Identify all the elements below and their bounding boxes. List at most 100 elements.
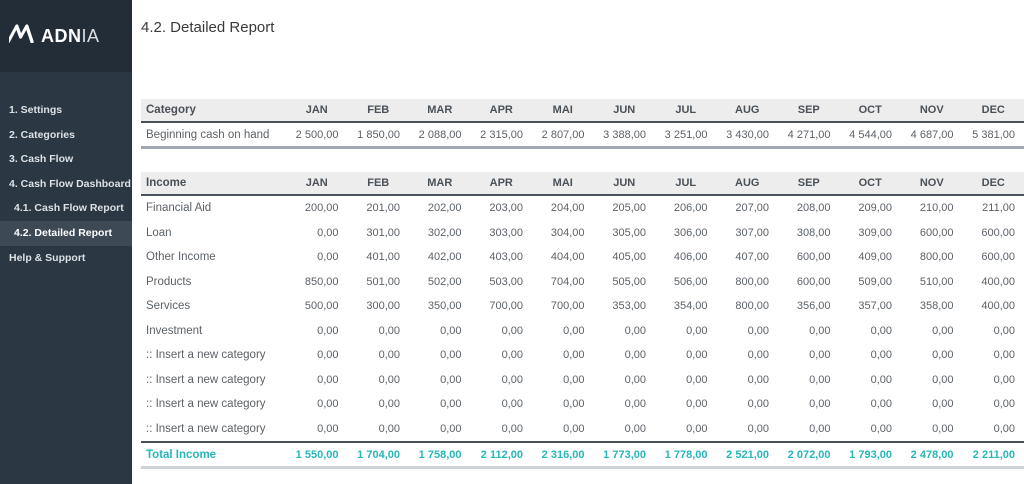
value-cell[interactable]: 800,00 [901, 251, 963, 263]
value-cell[interactable]: 704,00 [532, 276, 594, 288]
value-cell[interactable]: 0,00 [901, 325, 963, 337]
value-cell[interactable]: 700,00 [532, 300, 594, 312]
value-cell[interactable]: 600,00 [963, 251, 1024, 263]
value-cell[interactable]: 0,00 [471, 423, 533, 435]
value-cell[interactable]: 0,00 [901, 374, 963, 386]
row-label[interactable]: Products [141, 276, 286, 288]
value-cell[interactable]: 0,00 [286, 227, 348, 239]
value-cell[interactable]: 203,00 [471, 202, 533, 214]
value-cell[interactable]: 0,00 [717, 349, 779, 361]
value-cell[interactable]: 509,00 [840, 276, 902, 288]
value-cell[interactable]: 0,00 [348, 398, 410, 410]
value-cell[interactable]: 0,00 [532, 423, 594, 435]
value-cell[interactable]: 0,00 [717, 325, 779, 337]
value-cell[interactable]: 201,00 [348, 202, 410, 214]
value-cell[interactable]: 300,00 [348, 300, 410, 312]
value-cell[interactable]: 200,00 [286, 202, 348, 214]
value-cell[interactable]: 0,00 [717, 374, 779, 386]
value-cell[interactable]: 0,00 [286, 423, 348, 435]
sidebar-item-4-2-detailed-report[interactable]: 4.2. Detailed Report [0, 221, 132, 246]
value-cell[interactable]: 206,00 [655, 202, 717, 214]
value-cell[interactable]: 208,00 [778, 202, 840, 214]
value-cell[interactable]: 0,00 [840, 398, 902, 410]
value-cell[interactable]: 0,00 [286, 374, 348, 386]
value-cell[interactable]: 0,00 [717, 398, 779, 410]
row-label[interactable]: Investment [141, 325, 286, 337]
value-cell[interactable]: 309,00 [840, 227, 902, 239]
value-cell[interactable]: 400,00 [963, 300, 1024, 312]
value-cell[interactable]: 0,00 [532, 398, 594, 410]
value-cell[interactable]: 0,00 [655, 349, 717, 361]
sidebar-item-3-cash-flow[interactable]: 3. Cash Flow [0, 147, 132, 172]
value-cell[interactable]: 0,00 [840, 325, 902, 337]
row-label[interactable]: :: Insert a new category [141, 349, 286, 361]
value-cell[interactable]: 400,00 [963, 276, 1024, 288]
value-cell[interactable]: 205,00 [594, 202, 656, 214]
value-cell[interactable]: 0,00 [963, 374, 1024, 386]
value-cell[interactable]: 0,00 [286, 349, 348, 361]
row-label[interactable]: Beginning cash on hand [141, 129, 286, 141]
value-cell[interactable]: 0,00 [901, 423, 963, 435]
value-cell[interactable]: 0,00 [963, 349, 1024, 361]
value-cell[interactable]: 0,00 [348, 423, 410, 435]
value-cell[interactable]: 0,00 [778, 325, 840, 337]
value-cell[interactable]: 506,00 [655, 276, 717, 288]
value-cell[interactable]: 0,00 [348, 349, 410, 361]
value-cell[interactable]: 502,00 [409, 276, 471, 288]
value-cell[interactable]: 301,00 [348, 227, 410, 239]
value-cell[interactable]: 4 687,00 [901, 129, 963, 141]
value-cell[interactable]: 0,00 [778, 349, 840, 361]
value-cell[interactable]: 0,00 [840, 423, 902, 435]
value-cell[interactable]: 0,00 [963, 398, 1024, 410]
value-cell[interactable]: 210,00 [901, 202, 963, 214]
sidebar-item-4-cash-flow-dashboard[interactable]: 4. Cash Flow Dashboard [0, 172, 132, 197]
value-cell[interactable]: 700,00 [471, 300, 533, 312]
row-label[interactable]: Other Income [141, 251, 286, 263]
value-cell[interactable]: 600,00 [778, 276, 840, 288]
value-cell[interactable]: 0,00 [409, 349, 471, 361]
value-cell[interactable]: 358,00 [901, 300, 963, 312]
value-cell[interactable]: 510,00 [901, 276, 963, 288]
value-cell[interactable]: 0,00 [778, 398, 840, 410]
value-cell[interactable]: 0,00 [409, 423, 471, 435]
value-cell[interactable]: 354,00 [655, 300, 717, 312]
value-cell[interactable]: 0,00 [655, 374, 717, 386]
row-label[interactable]: :: Insert a new category [141, 374, 286, 386]
value-cell[interactable]: 3 251,00 [655, 129, 717, 141]
value-cell[interactable]: 4 271,00 [778, 129, 840, 141]
value-cell[interactable]: 501,00 [348, 276, 410, 288]
value-cell[interactable]: 407,00 [717, 251, 779, 263]
sidebar-item-1-settings[interactable]: 1. Settings [0, 98, 132, 123]
value-cell[interactable]: 800,00 [717, 276, 779, 288]
value-cell[interactable]: 402,00 [409, 251, 471, 263]
value-cell[interactable]: 500,00 [286, 300, 348, 312]
value-cell[interactable]: 0,00 [532, 349, 594, 361]
row-label[interactable]: Services [141, 300, 286, 312]
value-cell[interactable]: 0,00 [532, 325, 594, 337]
value-cell[interactable]: 2 807,00 [532, 129, 594, 141]
value-cell[interactable]: 0,00 [286, 398, 348, 410]
value-cell[interactable]: 406,00 [655, 251, 717, 263]
value-cell[interactable]: 3 430,00 [717, 129, 779, 141]
value-cell[interactable]: 2 500,00 [286, 129, 348, 141]
sidebar-item-2-categories[interactable]: 2. Categories [0, 123, 132, 148]
value-cell[interactable]: 0,00 [471, 374, 533, 386]
value-cell[interactable]: 0,00 [348, 374, 410, 386]
value-cell[interactable]: 204,00 [532, 202, 594, 214]
value-cell[interactable]: 0,00 [286, 325, 348, 337]
value-cell[interactable]: 304,00 [532, 227, 594, 239]
value-cell[interactable]: 353,00 [594, 300, 656, 312]
value-cell[interactable]: 5 381,00 [963, 129, 1024, 141]
value-cell[interactable]: 503,00 [471, 276, 533, 288]
value-cell[interactable]: 209,00 [840, 202, 902, 214]
value-cell[interactable]: 0,00 [471, 398, 533, 410]
row-label[interactable]: Loan [141, 227, 286, 239]
value-cell[interactable]: 0,00 [717, 423, 779, 435]
value-cell[interactable]: 0,00 [901, 398, 963, 410]
value-cell[interactable]: 403,00 [471, 251, 533, 263]
value-cell[interactable]: 3 388,00 [594, 129, 656, 141]
value-cell[interactable]: 0,00 [409, 325, 471, 337]
value-cell[interactable]: 0,00 [471, 349, 533, 361]
row-label[interactable]: :: Insert a new category [141, 423, 286, 435]
value-cell[interactable]: 207,00 [717, 202, 779, 214]
